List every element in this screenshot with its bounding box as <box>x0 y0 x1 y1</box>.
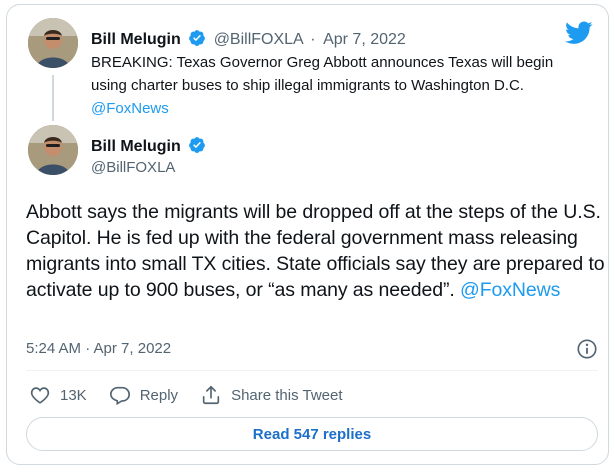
heart-icon <box>30 387 50 404</box>
reply-label: Reply <box>139 386 179 404</box>
author-handle[interactable]: @BillFOXLA <box>91 159 175 176</box>
twitter-bird-icon[interactable] <box>565 21 593 45</box>
verified-badge-icon <box>189 137 206 153</box>
share-icon <box>202 385 220 405</box>
quoted-tweet-body: BREAKING: Texas Governor Greg Abbott ann… <box>91 54 554 94</box>
avatar[interactable] <box>28 18 78 68</box>
read-replies-label: Read 547 replies <box>252 425 372 443</box>
quoted-tweet-text: BREAKING: Texas Governor Greg Abbott ann… <box>91 51 561 120</box>
share-label: Share this Tweet <box>231 386 343 404</box>
read-replies-button[interactable]: Read 547 replies <box>26 417 598 451</box>
like-count: 13K <box>60 386 87 404</box>
tweet-card: Bill Melugin @BillFOXLA · Apr 7, 2022 BR… <box>6 4 609 465</box>
author-name[interactable]: Bill Melugin <box>91 31 181 48</box>
share-button[interactable]: Share this Tweet <box>200 384 343 406</box>
main-author-name-row: Bill Melugin <box>91 136 206 156</box>
main-tweet-text: Abbott says the migrants will be dropped… <box>26 199 606 303</box>
mention-link[interactable]: @FoxNews <box>460 279 560 301</box>
separator: · <box>310 31 316 48</box>
divider <box>26 370 598 371</box>
reply-icon <box>109 386 130 406</box>
mention-link[interactable]: @FoxNews <box>91 100 169 117</box>
author-name[interactable]: Bill Melugin <box>91 138 181 155</box>
quoted-tweet-header: Bill Melugin @BillFOXLA · Apr 7, 2022 <box>91 29 406 49</box>
tweet-actions: 13K Reply Share this Tweet <box>29 383 365 407</box>
thread-connector <box>52 75 54 121</box>
reply-button[interactable]: Reply <box>109 384 178 406</box>
tweet-date[interactable]: Apr 7, 2022 <box>323 31 406 48</box>
like-button[interactable]: 13K <box>29 384 87 406</box>
avatar[interactable] <box>28 125 78 175</box>
info-icon[interactable] <box>576 338 598 360</box>
tweet-timestamp[interactable]: 5:24 AM · Apr 7, 2022 <box>26 340 171 357</box>
author-handle[interactable]: @BillFOXLA <box>214 31 303 48</box>
verified-badge-icon <box>189 30 206 46</box>
